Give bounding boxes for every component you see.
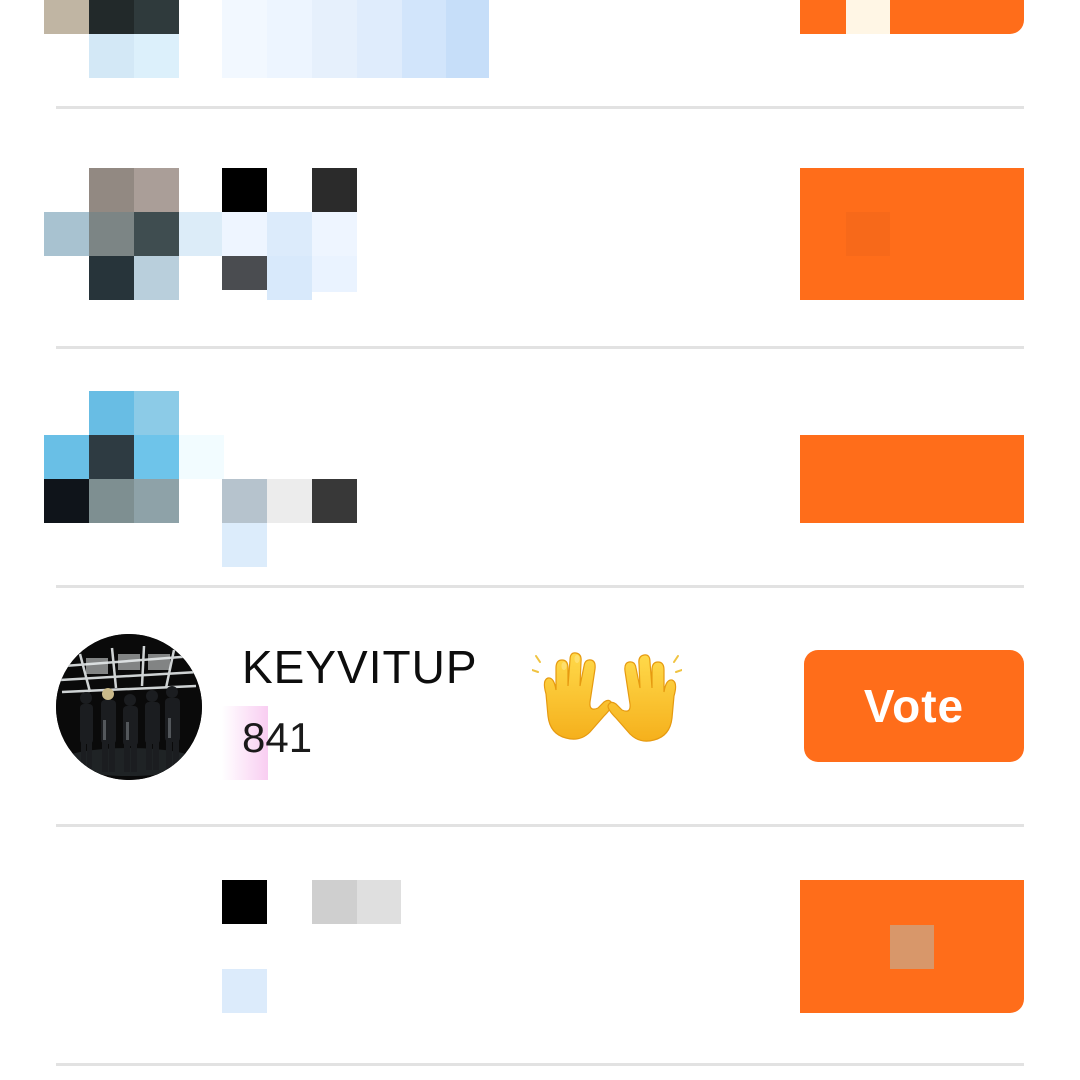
list-item — [0, 349, 1080, 587]
list-item — [0, 108, 1080, 348]
list-item — [0, 827, 1080, 1065]
vote-button[interactable] — [800, 0, 1024, 34]
raised-hands-icon — [531, 650, 683, 746]
vote-button[interactable] — [800, 168, 1024, 300]
vote-count: 841 — [242, 714, 313, 761]
list-item — [0, 0, 1080, 108]
vote-button[interactable] — [800, 435, 1024, 523]
group-photo-avatar — [56, 634, 202, 780]
vote-button[interactable] — [800, 880, 1024, 1013]
row-divider — [56, 1063, 1024, 1066]
vote-button[interactable]: Vote — [804, 650, 1024, 762]
avatar — [56, 634, 202, 780]
contestant-name: KEYVITUP — [242, 641, 478, 693]
